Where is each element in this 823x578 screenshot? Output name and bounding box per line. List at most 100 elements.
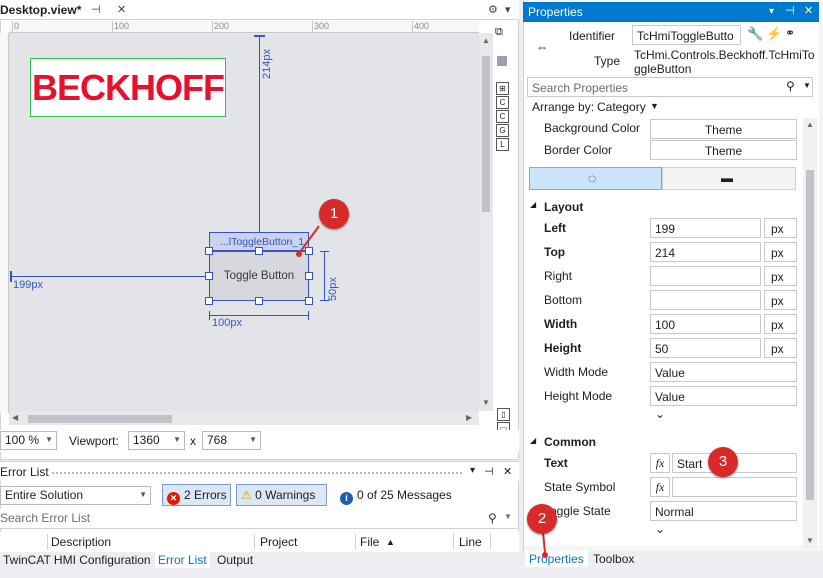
tool-c2-icon[interactable]: C (496, 110, 509, 123)
arrange-value[interactable]: Category (597, 100, 646, 114)
height-input[interactable]: 50 (650, 338, 761, 358)
events-lightning-icon[interactable]: ⚡ (766, 26, 782, 42)
expand-more-chevron-icon[interactable]: ⌄ (655, 522, 665, 536)
warnings-filter-button[interactable]: ⚠ 0 Warnings (236, 484, 327, 506)
properties-search-input[interactable]: Search Properties (527, 77, 813, 97)
tool-c-icon[interactable]: C (496, 96, 509, 109)
text-label: Text (544, 456, 568, 470)
left-unit[interactable]: px (764, 218, 797, 238)
common-group-header[interactable]: Common (544, 435, 596, 449)
left-dimension-cap (10, 271, 12, 282)
split-view-icon[interactable]: ⧉ (495, 26, 503, 39)
viewport-height-select[interactable]: 768 ▼ (202, 431, 261, 450)
wrench-icon[interactable]: 🔧 (747, 26, 763, 42)
error-list-search-input[interactable]: Search Error List ⚲ ▼ (0, 509, 517, 529)
collapse-layout-icon[interactable]: ◢ (530, 200, 536, 209)
settings-gear-icon[interactable]: ⚙ (488, 3, 498, 16)
resize-handle[interactable] (255, 247, 263, 255)
state-symbol-fx-icon[interactable]: fx (650, 477, 670, 497)
collapse-common-icon[interactable]: ◢ (530, 436, 536, 445)
column-description[interactable]: Description (51, 535, 111, 549)
resize-handle[interactable] (305, 272, 313, 280)
scroll-down-arrow-icon[interactable]: ▼ (482, 398, 490, 407)
resize-handle[interactable] (255, 297, 263, 305)
resize-handle[interactable] (205, 297, 213, 305)
width-unit[interactable]: px (764, 314, 797, 334)
tool-l-icon[interactable]: L (496, 138, 509, 151)
width-mode-select[interactable]: Value (650, 362, 797, 382)
ruler-label: 200 (214, 21, 230, 31)
height-unit[interactable]: px (764, 338, 797, 358)
border-color-value[interactable]: Theme (650, 140, 797, 160)
design-view-icon[interactable]: ▯ (497, 408, 510, 421)
tab-error-list[interactable]: Error List (155, 552, 210, 568)
right-unit[interactable]: px (764, 266, 797, 286)
scroll-up-arrow-icon[interactable]: ▲ (482, 36, 490, 45)
resize-handle[interactable] (205, 247, 213, 255)
link-icon[interactable]: ⚭ (785, 26, 795, 40)
bottom-input[interactable] (650, 290, 761, 310)
scroll-down-arrow-icon[interactable]: ▼ (806, 536, 814, 545)
column-line[interactable]: Line (459, 535, 482, 549)
scroll-right-arrow-icon[interactable]: ▶ (466, 413, 472, 422)
viewport-width-select[interactable]: 1360 ▼ (128, 431, 185, 450)
resize-handle[interactable] (205, 272, 213, 280)
top-input[interactable]: 214 (650, 242, 761, 262)
identifier-input[interactable]: TcHmiToggleButto (632, 25, 741, 45)
layout-view-button[interactable]: ▬ (662, 167, 796, 190)
close-icon[interactable]: ✕ (503, 465, 512, 478)
right-input[interactable] (650, 266, 761, 286)
design-canvas[interactable]: BECKHOFF 214px 199px ...lToggleButton_1 … (9, 33, 479, 411)
tool-grid-icon[interactable]: ⊞ (496, 82, 509, 95)
attributes-view-button[interactable]: ◌ (529, 167, 662, 190)
messages-filter-button[interactable]: i 0 of 25 Messages (335, 484, 456, 506)
tab-pin-icon[interactable]: ⊣ (91, 3, 101, 16)
zoom-select[interactable]: 100 % ▼ (0, 431, 57, 450)
resize-handle[interactable] (305, 297, 313, 305)
background-color-value[interactable]: Theme (650, 119, 797, 139)
toggle-state-select[interactable]: Normal (650, 501, 797, 521)
type-value-line1: TcHmi.Controls.Beckhoff.TcHmiTo (634, 48, 815, 62)
search-icon[interactable]: ⚲ (488, 511, 497, 525)
pin-icon[interactable]: ⊣ (785, 4, 795, 17)
column-project[interactable]: Project (260, 535, 297, 549)
beckhoff-logo-image[interactable]: BECKHOFF (30, 58, 226, 117)
column-file[interactable]: File (360, 535, 379, 549)
pin-icon[interactable]: ⊣ (484, 465, 494, 478)
errors-filter-button[interactable]: ✕ 2 Errors (162, 484, 231, 506)
text-fx-icon[interactable]: fx (650, 453, 670, 473)
viewport-label: Viewport: (69, 434, 119, 448)
window-position-icon[interactable]: ▾ (769, 6, 774, 17)
document-tab-title[interactable]: Desktop.view* (0, 3, 81, 17)
tool-g-icon[interactable]: G (496, 124, 509, 137)
tab-close-icon[interactable]: ✕ (117, 3, 126, 16)
top-unit[interactable]: px (764, 242, 797, 262)
width-input[interactable]: 100 (650, 314, 761, 334)
arrange-chevron-icon[interactable]: ▼ (650, 101, 659, 111)
scope-select[interactable]: Entire Solution ▼ (0, 486, 151, 505)
chevron-down-icon: ▼ (173, 435, 181, 444)
close-icon[interactable]: ✕ (804, 4, 813, 17)
dropdown-chevron-icon[interactable]: ▾ (505, 3, 511, 16)
canvas-horizontal-scroll-thumb[interactable] (28, 415, 172, 423)
search-icon[interactable]: ⚲ (786, 79, 795, 93)
canvas-vertical-scroll-thumb[interactable] (482, 56, 490, 212)
properties-scroll-thumb[interactable] (806, 170, 814, 500)
corner-icon[interactable] (497, 56, 507, 66)
tab-toolbox[interactable]: Toolbox (589, 551, 638, 567)
expand-more-chevron-icon[interactable]: ⌄ (655, 407, 665, 421)
tab-output[interactable]: Output (214, 552, 256, 568)
scroll-up-arrow-icon[interactable]: ▲ (806, 120, 814, 129)
state-symbol-input[interactable] (672, 477, 797, 497)
bottom-unit[interactable]: px (764, 290, 797, 310)
left-input[interactable]: 199 (650, 218, 761, 238)
tab-twincat-hmi-configuration[interactable]: TwinCAT HMI Configuration (0, 552, 154, 568)
search-options-chevron-icon[interactable]: ▼ (803, 81, 811, 90)
height-mode-select[interactable]: Value (650, 386, 797, 406)
search-options-chevron-icon[interactable]: ▼ (504, 512, 512, 521)
window-position-icon[interactable]: ▾ (470, 465, 475, 476)
scroll-left-arrow-icon[interactable]: ◀ (12, 413, 18, 422)
layout-group-header[interactable]: Layout (544, 200, 583, 214)
title-grip (52, 472, 462, 474)
toggle-button-control[interactable]: Toggle Button (209, 251, 309, 301)
